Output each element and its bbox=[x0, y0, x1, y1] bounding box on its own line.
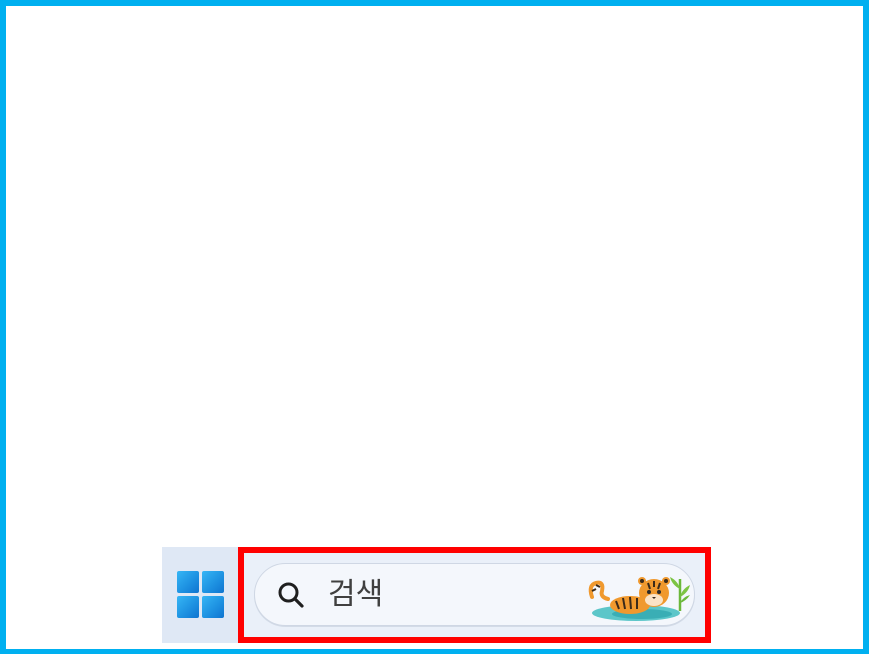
windows-logo-pane bbox=[202, 571, 224, 593]
search-icon bbox=[278, 582, 304, 608]
search-placeholder: 검색 bbox=[328, 577, 384, 612]
windows-logo-pane bbox=[202, 596, 224, 618]
windows-logo-icon bbox=[177, 571, 199, 593]
windows-logo-pane bbox=[177, 596, 199, 618]
tiger-illustration-icon bbox=[588, 577, 690, 621]
start-button[interactable] bbox=[177, 571, 225, 619]
